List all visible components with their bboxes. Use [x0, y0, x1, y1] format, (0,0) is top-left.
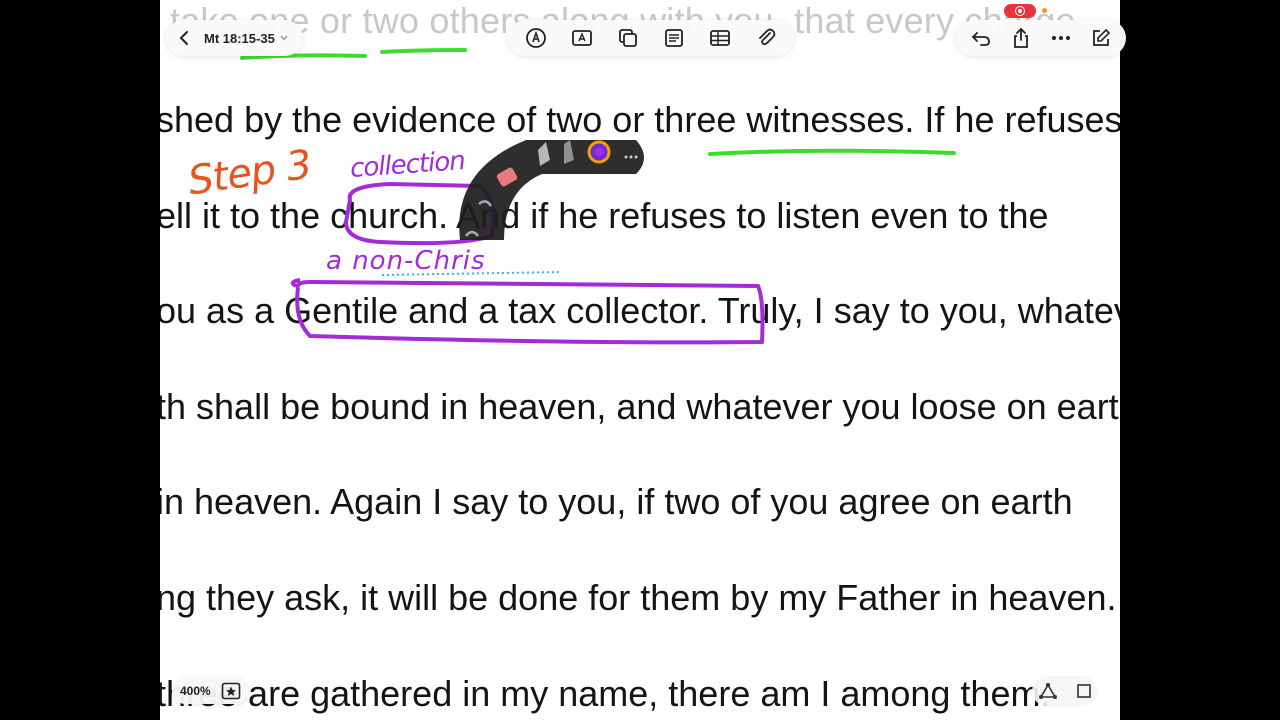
document-page[interactable]: take one or two others along with you, t…	[160, 0, 1120, 720]
more-icon	[1052, 36, 1070, 40]
zoom-control[interactable]: 400%	[172, 678, 249, 704]
back-button[interactable]	[172, 25, 198, 51]
record-icon	[1015, 6, 1025, 16]
pen-tool-palette[interactable]	[446, 130, 656, 260]
edit-icon	[1093, 28, 1111, 46]
document-line-3: ou as a Gentile and a tax collector. Tru…	[160, 290, 1120, 331]
right-toolbar	[956, 20, 1126, 56]
document-button[interactable]	[656, 23, 692, 53]
share-icon	[1014, 27, 1028, 48]
attachment-button[interactable]	[748, 23, 784, 53]
green-underline-witnesses	[708, 148, 956, 156]
document-line-6: ng they ask, it will be done for them by…	[160, 577, 1117, 618]
green-underline-top-2	[380, 48, 467, 54]
zoom-level: 400%	[180, 684, 211, 698]
document-icon	[665, 29, 683, 47]
document-title[interactable]: Mt 18:15-35	[204, 31, 275, 46]
lasso-icon[interactable]	[1038, 682, 1058, 700]
tools-toolbar	[508, 20, 794, 56]
chevron-left-icon	[179, 31, 188, 45]
undo-icon	[971, 32, 990, 46]
mic-in-use-indicator	[1042, 8, 1047, 13]
paperclip-icon	[759, 28, 776, 46]
document-line-7: three are gathered in my name, there am …	[160, 673, 1051, 714]
table-button[interactable]	[702, 23, 738, 53]
navigation-bar: Mt 18:15-35	[166, 20, 303, 56]
text-box-icon	[572, 30, 592, 46]
purple-tail	[290, 278, 301, 288]
pen-tool-button[interactable]	[518, 23, 554, 53]
page-view-icon[interactable]	[1076, 683, 1092, 699]
more-button[interactable]	[1044, 23, 1078, 53]
document-line-4: th shall be bound in heaven, and whateve…	[160, 386, 1120, 427]
chevron-down-icon	[280, 35, 288, 41]
share-button[interactable]	[1004, 23, 1038, 53]
bookmark-star-icon[interactable]	[221, 682, 241, 700]
title-dropdown-button[interactable]	[279, 32, 291, 44]
edit-button[interactable]	[1084, 23, 1118, 53]
text-box-button[interactable]	[564, 23, 600, 53]
document-line-5: in heaven. Again I say to you, if two of…	[160, 481, 1073, 522]
recording-indicator	[1004, 4, 1036, 18]
pages-button[interactable]	[610, 23, 646, 53]
pen-tool-icon	[526, 28, 546, 48]
undo-button[interactable]	[964, 23, 998, 53]
table-icon	[710, 30, 730, 46]
bottom-right-controls	[1032, 676, 1098, 706]
palette-more-icon	[624, 155, 628, 159]
pages-icon	[619, 29, 637, 47]
